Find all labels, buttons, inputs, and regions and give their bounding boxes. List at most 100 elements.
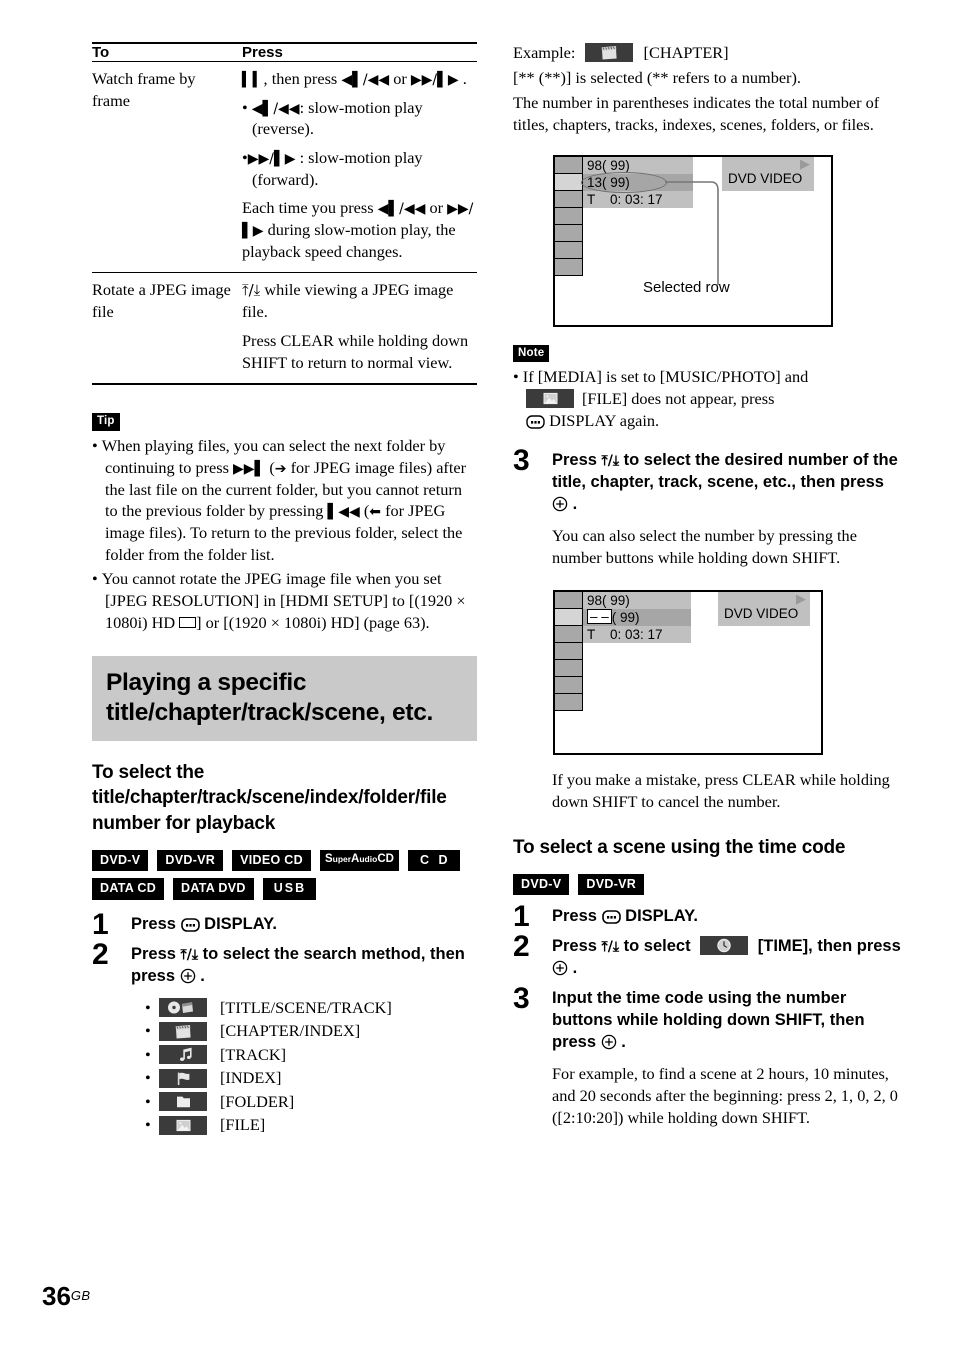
callout-selected-row: Selected row (643, 278, 730, 296)
osd-icon-slot (555, 642, 583, 660)
osd-diagram-2: 98( 99) – –( 99) T 0: 03: 17 ▶ DVD VIDEO (553, 589, 823, 755)
disc-badge-data-cd: DATA CD (92, 878, 165, 900)
example-line: Example: [CHAPTER] (513, 42, 903, 64)
osd-disc-info: ▶ DVD VIDEO (718, 590, 810, 626)
step-text: Press DISPLAY. (552, 906, 903, 931)
osd-diagram-1: 98( 99) 13( 99) T 0: 03: 17 ▶ DVD VIDEO … (553, 154, 833, 327)
note-block: Note • If [MEDIA] is set to [MUSIC/PHOTO… (513, 343, 903, 436)
display-icon (601, 909, 621, 931)
left-column: To Press Watch frame by frame ▍▍, then p… (92, 42, 477, 1139)
disc-badge-data-dvd: DATA DVD (173, 878, 254, 900)
osd-row-total: 98( 99) (583, 156, 693, 174)
page-number-suffix: GB (70, 1288, 91, 1303)
enter-icon (180, 968, 196, 991)
step-body: Press ⤒/⤓ to select the desired number o… (552, 450, 903, 569)
search-method-label: [TITLE/SCENE/TRACK] (220, 997, 392, 1017)
step-number: 2 (92, 937, 109, 971)
title-scene-track-icon (159, 998, 207, 1018)
row-label-rotate-jpeg: Rotate a JPEG image file (92, 280, 231, 322)
osd-inner: 98( 99) – –( 99) T 0: 03: 17 ▶ DVD VIDEO (555, 590, 821, 753)
track-icon (159, 1045, 207, 1065)
play-icon: ▶ (796, 590, 806, 606)
step-2: 2 Press ⤒/⤓ to select the search method,… (92, 937, 477, 1139)
osd-icon-slot (555, 207, 583, 225)
tip-block: Tip When playing files, you can select t… (92, 411, 477, 634)
step-body: Press ⤒/⤓ to select the search method, t… (131, 944, 477, 1139)
chapter-index-icon (159, 1021, 207, 1041)
osd-icon-slot-selected (555, 173, 583, 191)
step-body: Press ⤒/⤓ to select [TIME], then press . (552, 936, 903, 983)
page-number: 36GB (42, 1281, 90, 1312)
step-text-after: DISPLAY. (625, 907, 698, 926)
step-number: 3 (513, 981, 530, 1015)
osd-icon-slot (555, 224, 583, 242)
step-text: Press ⤒/⤓ to select the search method, t… (131, 944, 477, 991)
osd-icon-column (555, 156, 583, 276)
press-line: Each time you press ◀▌/◀◀ or ▶▶/▌▶ durin… (242, 198, 474, 261)
step-text: Press ⤒/⤓ to select the desired number o… (552, 450, 903, 519)
press-line: ⤒/⤓ while viewing a JPEG image file. (242, 280, 454, 322)
table-header-press: Press (242, 44, 283, 61)
callout-leader-line (665, 180, 719, 285)
example-line-2: [** (**)] is selected (** refers to a nu… (513, 68, 801, 88)
step-1: 1 Press DISPLAY. (92, 907, 477, 941)
document-page: To Press Watch frame by frame ▍▍, then p… (0, 0, 954, 1352)
note-line-1: • If [MEDIA] is set to [MUSIC/PHOTO] and (513, 367, 809, 386)
bullet-dot: • (145, 1091, 151, 1111)
enter-icon (601, 1034, 617, 1057)
press-line: ▍▍, then press ◀▌/◀◀ or ▶▶/▌▶ . (242, 69, 467, 88)
bullet-dot: • (145, 1115, 151, 1135)
step-explanation: For example, to find a scene at 2 hours,… (552, 1063, 898, 1128)
number-entry-box: – – (587, 608, 612, 624)
list-item: • [FILE] (145, 1115, 477, 1135)
press-bullet: •▶▶/▌▶ : slow-motion play (forward). (242, 148, 423, 189)
osd-row-selected: – –( 99) (583, 608, 691, 626)
step-explanation: You can also select the number by pressi… (552, 526, 857, 568)
disc-badge-dvd-v: DVD-V (513, 873, 570, 896)
step-number: 3 (513, 444, 530, 478)
search-method-label: [FOLDER] (220, 1091, 295, 1111)
osd-rows: 98( 99) – –( 99) T 0: 03: 17 (583, 591, 691, 643)
bullet-dot: • (145, 1068, 151, 1088)
file-icon (159, 1115, 207, 1135)
table-header-to: To (92, 44, 110, 61)
file-icon (526, 389, 574, 409)
bullet-dot: • (145, 1021, 151, 1041)
osd-icon-slot (555, 241, 583, 259)
disc-badge-row-2: DATA CD DATA DVD USB (92, 878, 477, 900)
osd-icon-slot (555, 156, 583, 174)
example-line-3: The number in parentheses indicates the … (513, 93, 880, 135)
example-label: [CHAPTER] (643, 43, 729, 62)
step-body: Press DISPLAY. (552, 906, 903, 931)
disc-badge-video-cd: VIDEO CD (232, 850, 311, 872)
osd-inner: 98( 99) 13( 99) T 0: 03: 17 ▶ DVD VIDEO … (555, 155, 831, 325)
osd-row-time: T 0: 03: 17 (583, 625, 691, 643)
step-number: 1 (92, 907, 109, 941)
osd-icon-column (555, 591, 583, 711)
osd-icon-slot (555, 190, 583, 208)
disc-badge-dvd-vr: DVD-VR (578, 873, 645, 896)
step-text: Press DISPLAY. (131, 914, 477, 939)
list-item: • [INDEX] (145, 1068, 477, 1088)
time-step-1: 1 Press DISPLAY. (513, 902, 903, 932)
step-body: Press DISPLAY. (131, 914, 477, 939)
time-code-badge-row: DVD-V DVD-VR (513, 873, 903, 896)
note-text-after: DISPLAY again. (549, 411, 660, 431)
search-method-label: [TRACK] (220, 1044, 287, 1064)
search-method-label: [CHAPTER/INDEX] (220, 1021, 361, 1041)
step-text: Input the time code using the number but… (552, 988, 903, 1057)
display-icon (180, 917, 200, 939)
table-row: Rotate a JPEG image file ⤒/⤓ while viewi… (92, 272, 477, 383)
time-icon (700, 936, 749, 956)
osd-disc-type: DVD VIDEO (728, 170, 803, 186)
play-icon: ▶ (800, 155, 810, 171)
tip-list: When playing files, you can select the n… (92, 435, 477, 634)
step-number: 2 (513, 930, 530, 964)
page-title: Playing a specific title/chapter/track/s… (106, 668, 434, 726)
bullet-dot: • (145, 1044, 151, 1064)
note-text: • If [MEDIA] is set to [MUSIC/PHOTO] and… (513, 366, 903, 435)
enter-icon (552, 960, 568, 983)
time-code-heading: To select a scene using the time code (513, 836, 846, 858)
osd-icon-slot (555, 591, 583, 609)
note-line-3: DISPLAY again. (513, 410, 903, 435)
